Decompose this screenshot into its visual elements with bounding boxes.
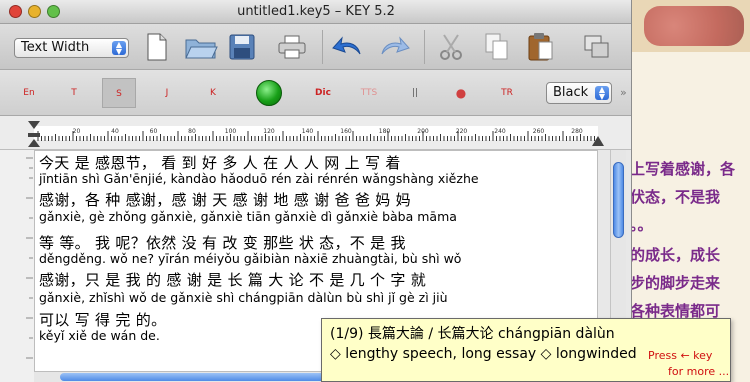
popup-definition: ◇ lengthy speech, long essay ◇ longwinde… (330, 346, 637, 362)
popup-headword: (1/9) 長篇大論 / 长篇大论 chángpiān dàlùn (330, 326, 615, 342)
cut-icon[interactable] (434, 30, 468, 64)
hanzi-line: 等 等。 我 呢？依然 没 有 改 变 那些 状 态，不 是 我 (39, 234, 406, 252)
window-icon[interactable] (580, 30, 614, 64)
mode-popup[interactable]: Text Width ▲ ▼ (14, 38, 129, 58)
ruler-label: 140 (302, 128, 314, 135)
right-margin-marker-icon[interactable] (592, 132, 604, 146)
tool-record-button[interactable]: ● (444, 78, 478, 108)
background-text-line: 上写着感谢，各 (630, 160, 736, 178)
popup-more-hint: for more ... (668, 365, 730, 378)
left-indent-marker-icon[interactable] (28, 121, 40, 147)
toolbar-divider (424, 30, 425, 64)
tool-k-button[interactable]: K (196, 78, 230, 108)
tool-tts-button[interactable]: TTS (352, 78, 386, 108)
ruler-label: 260 (533, 128, 545, 135)
dictionary-popup: (1/9) 長篇大論 / 长篇大论 chángpiān dàlùn ◇ leng… (321, 318, 731, 382)
vertical-ruler-ticks (26, 157, 33, 359)
ruler-label: 200 (417, 128, 429, 135)
pinyin-line: gǎnxiè, zhǐshì wǒ de gǎnxiè shì chángpiā… (39, 290, 448, 305)
vertical-ruler (0, 150, 34, 382)
save-icon[interactable] (225, 30, 259, 64)
popup-stepper-icon: ▲ ▼ (112, 41, 126, 56)
pinyin-line: jīntiān shì Gǎn'ēnjié, kàndào hǎoduō rén… (39, 171, 479, 186)
window-title: untitled1.key5 – KEY 5.2 (237, 4, 395, 19)
ruler-label: 180 (379, 128, 391, 135)
toolbar-divider (322, 30, 323, 64)
copy-icon[interactable] (480, 30, 514, 64)
hanzi-line: 感谢，各 种 感谢，感 谢 天 感 谢 地 感 谢 爸 爸 妈 妈 (39, 191, 411, 209)
language-toolbar: En T S J K Dic TTS || ● TR Black ▲ ▼ » (0, 70, 631, 116)
ruler-ticks: 20 40 60 80 100 120 140 160 180 200 220 240 260 280 (37, 128, 595, 141)
tool-dic-button[interactable]: Dic (306, 78, 340, 108)
popup-hint: Press ← key (648, 349, 713, 362)
status-light-icon[interactable] (256, 80, 282, 106)
pinyin-line: děngděng. wǒ ne? yīrán méiyǒu gǎibiàn nà… (39, 251, 462, 266)
title-bar: untitled1.key5 – KEY 5.2 (0, 0, 631, 24)
ruler-label: 80 (188, 128, 196, 135)
background-text-line: 。。 (630, 216, 653, 234)
background-text-line: 伏态，不是我 (630, 188, 721, 206)
ruler-label: 20 (73, 128, 81, 135)
tool-en-button[interactable]: En (12, 78, 46, 108)
background-text-line: 步的脚步走来 (630, 274, 721, 292)
ruler-label: 100 (225, 128, 237, 135)
overflow-chevron-icon[interactable]: » (620, 86, 627, 99)
tool-j-button[interactable]: J (150, 78, 184, 108)
open-folder-icon[interactable] (184, 30, 218, 64)
hanzi-line: 感谢，只 是 我 的 感 谢 是 长 篇 大 论 不 是 几 个 字 就 (39, 271, 427, 289)
ruler: 20 40 60 80 100 120 140 160 180 200 220 240 260 280 (0, 116, 631, 150)
ruler-label: 160 (340, 128, 352, 135)
ruler-label: 40 (111, 128, 119, 135)
hanzi-line: 今天 是 感恩节， 看 到 好 多 人 在 人 人 网 上 写 着 (39, 154, 401, 172)
tool-t-button[interactable]: T (57, 78, 91, 108)
popup-stepper-icon: ▲ ▼ (595, 86, 609, 101)
ruler-strip: 20 40 60 80 100 120 140 160 180 200 220 240 260 280 (34, 126, 598, 141)
tool-tr-button[interactable]: TR (490, 78, 524, 108)
scrollbar-thumb[interactable] (613, 162, 624, 238)
background-text-line: 的成长，成长 (630, 246, 721, 264)
main-toolbar: Text Width ▲ ▼ (0, 24, 631, 70)
ruler-label: 240 (494, 128, 506, 135)
tool-pause-button[interactable]: || (398, 78, 432, 108)
mode-popup-label: Text Width (21, 40, 90, 55)
ruler-label: 120 (263, 128, 275, 135)
color-popup[interactable]: Black ▲ ▼ (546, 82, 612, 104)
pinyin-line: gǎnxiè, gè zhǒng gǎnxiè, gǎnxiè tiān gǎn… (39, 209, 457, 224)
ruler-label: 280 (571, 128, 583, 135)
ruler-label: 220 (456, 128, 468, 135)
paste-icon[interactable] (524, 30, 558, 64)
print-icon[interactable] (275, 30, 309, 64)
ruler-label: 60 (150, 128, 158, 135)
background-image (644, 6, 744, 46)
undo-icon[interactable] (330, 30, 364, 64)
hanzi-line: 可以 写 得 完 的。 (39, 311, 167, 329)
redo-icon[interactable] (378, 30, 412, 64)
color-popup-label: Black (553, 85, 589, 100)
pinyin-line: kěyǐ xiě de wán de. (39, 328, 160, 343)
new-document-icon[interactable] (140, 30, 174, 64)
scrollbar-thumb[interactable] (60, 373, 360, 381)
tool-s-button[interactable]: S (102, 78, 136, 108)
